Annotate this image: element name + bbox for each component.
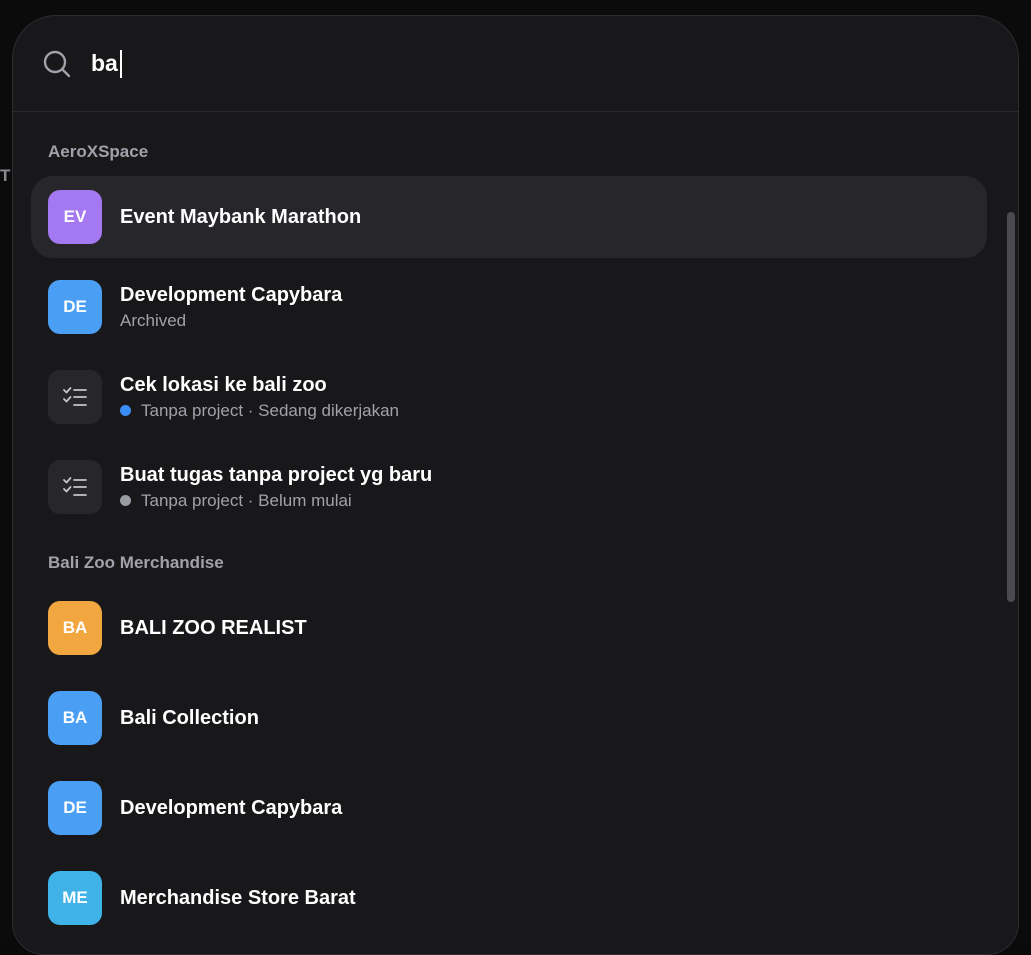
group-label-bali-zoo-merchandise: Bali Zoo Merchandise — [48, 553, 224, 572]
scrollbar[interactable] — [1007, 212, 1015, 602]
search-bar: ba — [13, 16, 1018, 112]
results-list: AeroXSpace EV Event Maybank Marathon DE … — [13, 112, 1018, 952]
search-input[interactable]: ba — [91, 49, 122, 78]
project-avatar: DE — [48, 280, 102, 334]
checklist-icon — [48, 460, 102, 514]
search-query: ba — [91, 50, 118, 76]
project-avatar: DE — [48, 781, 102, 835]
result-item-buat-tugas[interactable]: Buat tugas tanpa project yg baru Tanpa p… — [31, 446, 987, 528]
result-subtitle-text: Tanpa project · Sedang dikerjakan — [141, 400, 399, 420]
status-dot — [120, 495, 131, 506]
project-avatar: BA — [48, 601, 102, 655]
search-icon — [41, 48, 73, 80]
result-item-event-maybank-marathon[interactable]: EV Event Maybank Marathon — [31, 176, 987, 258]
result-item-bali-zoo-realist[interactable]: BA BALI ZOO REALIST — [31, 587, 987, 669]
result-title: BALI ZOO REALIST — [120, 617, 307, 639]
result-title: Cek lokasi ke bali zoo — [120, 373, 327, 396]
text-caret — [119, 49, 122, 78]
result-item-bali-collection[interactable]: BA Bali Collection — [31, 677, 987, 759]
result-subtitle: Tanpa project · Sedang dikerjakan — [120, 400, 399, 422]
result-title: Development Capybara — [120, 797, 343, 819]
result-subtitle: Tanpa project · Belum mulai — [120, 490, 432, 512]
result-item-cek-lokasi[interactable]: Cek lokasi ke bali zoo Tanpa project · S… — [31, 356, 987, 438]
project-avatar: ME — [48, 871, 102, 925]
background-text: T — [0, 166, 11, 185]
result-item-development-capybara[interactable]: DE Development Capybara Archived — [31, 266, 987, 348]
result-subtitle-text: Tanpa project · Belum mulai — [141, 490, 352, 510]
result-title: Bali Collection — [120, 707, 259, 729]
result-item-development-capybara-2[interactable]: DE Development Capybara — [31, 767, 987, 849]
project-avatar: EV — [48, 190, 102, 244]
result-title: Event Maybank Marathon — [120, 206, 362, 228]
result-item-merchandise-store-barat[interactable]: ME Merchandise Store Barat — [31, 857, 987, 939]
result-title: Merchandise Store Barat — [120, 887, 356, 909]
checklist-icon — [48, 370, 102, 424]
group-label-aeroxspace: AeroXSpace — [48, 142, 149, 161]
project-avatar: BA — [48, 691, 102, 745]
result-subtitle: Archived — [120, 310, 187, 330]
status-dot — [120, 405, 131, 416]
result-title: Buat tugas tanpa project yg baru — [120, 463, 433, 486]
result-title: Development Capybara — [120, 283, 343, 306]
command-palette: ba AeroXSpace EV Event Maybank Marathon … — [12, 15, 1019, 955]
